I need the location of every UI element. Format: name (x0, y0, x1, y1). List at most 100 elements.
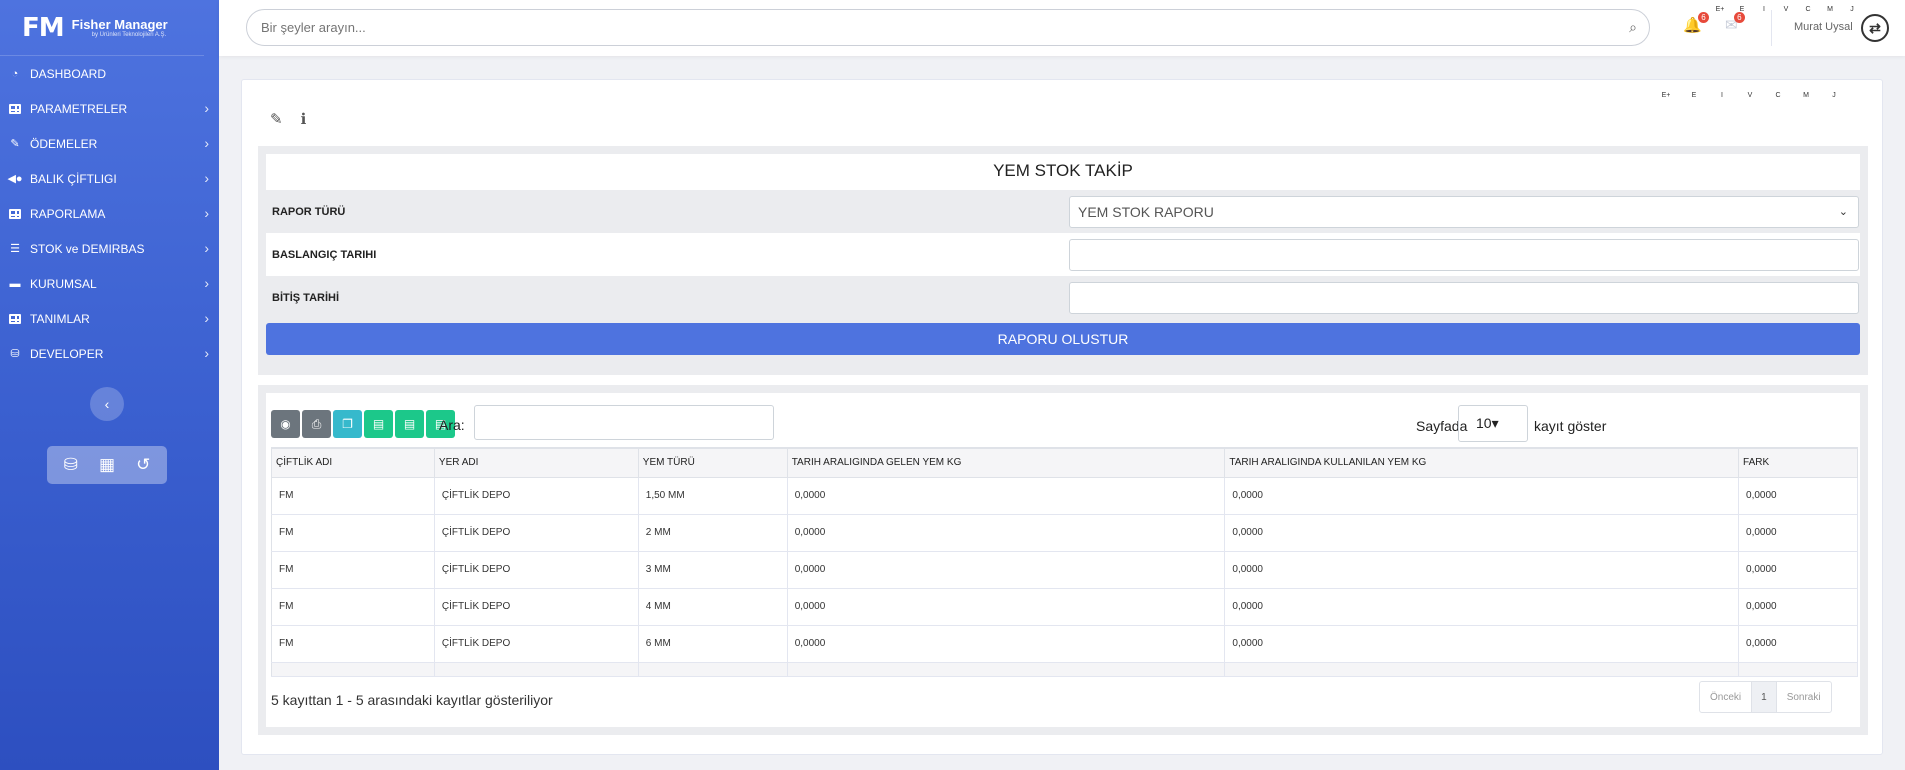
bitis-date-input[interactable] (1069, 281, 1859, 314)
sidebar-item-label: STOK ve DEMIRBAS (30, 241, 145, 256)
table-cell: 0,0000 (1738, 625, 1858, 663)
topbar-divider (1771, 10, 1772, 46)
column-header[interactable]: YER ADI (433, 447, 639, 478)
baslangic-date-input[interactable] (1069, 238, 1859, 271)
table-search-input[interactable] (474, 405, 774, 440)
table-cell: 0,0000 (1738, 588, 1858, 626)
history-icon[interactable]: ↺ (136, 455, 150, 475)
message-badge: 6 (1734, 12, 1745, 23)
page-size-select[interactable]: 10▾ (1458, 405, 1528, 442)
pagination-next[interactable]: Sonraki (1777, 682, 1831, 712)
sidebar-item-balik-ciftligi[interactable]: ◀● BALIK ÇİFTLIGI › (0, 161, 219, 196)
chevron-left-icon: ‹ (104, 396, 110, 412)
sidebar-item-kurumsal[interactable]: ▬ KURUMSAL › (0, 266, 219, 301)
table-info: 5 kayıttan 1 - 5 arasındaki kayıtlar gös… (271, 692, 553, 708)
sidebar-item-raporlama[interactable]: RAPORLAMA › (0, 196, 219, 231)
folder-icon: ▬ (9, 277, 21, 290)
table-row[interactable]: FM ÇİFTLİK DEPO 3 MM 0,0000 0,0000 0,000… (271, 551, 1858, 589)
pagination-prev[interactable]: Önceki (1700, 682, 1751, 712)
sidebar-item-label: DASHBOARD (30, 66, 107, 81)
column-header[interactable]: TARIH ARALIGINDA KULLANILAN YEM KG (1224, 447, 1740, 478)
chevron-right-icon: › (204, 135, 209, 151)
global-search: ⌕ (246, 9, 1650, 46)
search-icon[interactable]: ⌕ (1629, 19, 1637, 36)
sidebar-item-label: PARAMETRELER (30, 101, 128, 116)
brand-logo[interactable]: FM Fisher Manager by Ürünleri Teknolojil… (0, 0, 204, 56)
column-header[interactable]: YEM TÜRÜ (637, 447, 788, 478)
letter-label: I (1721, 92, 1723, 99)
sidebar: FM Fisher Manager by Ürünleri Teknolojil… (0, 0, 219, 770)
letter-label: E+ (1661, 92, 1671, 99)
page-size-suffix: kayıt göster (1534, 418, 1607, 434)
info-icon[interactable]: ℹ (301, 110, 307, 128)
notification-badge: 6 (1698, 12, 1709, 23)
sidebar-item-tanimlar[interactable]: TANIMLAR › (0, 301, 219, 336)
list-icon: ☰ (10, 243, 20, 255)
search-input[interactable] (247, 10, 1597, 45)
chip-icon[interactable]: ▦ (99, 455, 115, 475)
table-cell: FM (271, 625, 435, 663)
print-button[interactable]: ⎙ (302, 410, 331, 438)
chevron-right-icon: › (204, 310, 209, 326)
table-cell: 0,0000 (1738, 514, 1858, 552)
table-row[interactable]: FM ÇİFTLİK DEPO 4 MM 0,0000 0,0000 0,000… (271, 588, 1858, 626)
topbar: ⌕ E+ E I V C M J 🔔6 ✉6 Murat Uysal ⇄ (219, 0, 1905, 56)
bitis-row: BİTİŞ TARİHİ (266, 276, 1860, 319)
caret-down-icon: ▾ (1491, 415, 1499, 431)
table-cell: 2 MM (638, 514, 788, 552)
export-buttons: ◉ ⎙ ❐ ▤ ▤ ▤ (271, 410, 457, 438)
brand-initials: FM (22, 12, 65, 43)
table-icon (8, 103, 22, 115)
report-title: YEM STOK TAKİP (266, 154, 1860, 190)
table-row[interactable]: FM ÇİFTLİK DEPO 6 MM 0,0000 0,0000 0,000… (271, 625, 1858, 663)
csv-export-button[interactable]: ▤ (395, 410, 424, 438)
table-cell: 0,0000 (787, 625, 1226, 663)
letter-label: M (1827, 6, 1833, 13)
excel-export-button[interactable]: ▤ (364, 410, 393, 438)
table-cell: ÇİFTLİK DEPO (434, 514, 639, 552)
table-icon (8, 313, 22, 325)
edit-icon[interactable]: ✎ (270, 110, 283, 128)
table-cell: 0,0000 (787, 588, 1226, 626)
column-header[interactable]: ÇİFTLİK ADI (271, 447, 435, 478)
table-cell: 0,0000 (787, 477, 1226, 515)
table-row[interactable]: FM ÇİFTLİK DEPO 2 MM 0,0000 0,0000 0,000… (271, 514, 1858, 552)
sidebar-item-dashboard[interactable]: ◔ DASHBOARD (0, 56, 219, 91)
create-report-button[interactable]: RAPORU OLUSTUR (266, 323, 1860, 355)
table-header-row: ÇİFTLİK ADI YER ADI YEM TÜRÜ TARIH ARALI… (271, 447, 1858, 478)
table-cell: 4 MM (638, 588, 788, 626)
chevron-right-icon: › (204, 240, 209, 256)
avatar[interactable]: ⇄ (1861, 14, 1889, 42)
sidebar-item-stok-demirbas[interactable]: ☰ STOK ve DEMIRBAS › (0, 231, 219, 266)
sidebar-item-label: TANIMLAR (30, 311, 90, 326)
data-table: ÇİFTLİK ADI YER ADI YEM TÜRÜ TARIH ARALI… (271, 447, 1858, 677)
rapor-turu-label: RAPOR TÜRÜ (272, 205, 346, 218)
column-header[interactable]: TARIH ARALIGINDA GELEN YEM KG (786, 447, 1226, 478)
table-cell: 0,0000 (1224, 551, 1740, 589)
sidebar-item-odemeler[interactable]: ✎ ÖDEMELER › (0, 126, 219, 161)
column-header[interactable]: FARK (1738, 447, 1858, 478)
table-cell: 0,0000 (1224, 514, 1740, 552)
envelope-icon[interactable]: ✉ 6 (1725, 12, 1745, 34)
letter-label: V (1747, 92, 1753, 99)
chevron-right-icon: › (204, 275, 209, 291)
copy-button[interactable]: ❐ (333, 410, 362, 438)
database-icon[interactable]: ⛁ (64, 455, 78, 475)
chevron-right-icon: › (204, 345, 209, 361)
user-name[interactable]: Murat Uysal (1794, 21, 1853, 33)
bell-icon[interactable]: 🔔 6 (1683, 12, 1709, 34)
sidebar-item-developer[interactable]: ⛁ DEVELOPER › (0, 336, 219, 371)
database-icon: ⛁ (10, 348, 20, 360)
column-visibility-button[interactable]: ◉ (271, 410, 300, 438)
baslangic-label: BASLANGIÇ TARIHI (272, 248, 377, 261)
baslangic-row: BASLANGIÇ TARIHI (266, 233, 1860, 276)
table-row[interactable]: FM ÇİFTLİK DEPO 1,50 MM 0,0000 0,0000 0,… (271, 477, 1858, 515)
table-cell: 0,0000 (787, 514, 1226, 552)
pagination-page[interactable]: 1 (1751, 682, 1777, 712)
sidebar-toggle-button[interactable]: ‹ (90, 387, 124, 421)
sidebar-item-label: DEVELOPER (30, 346, 104, 361)
rapor-turu-select[interactable]: YEM STOK RAPORU (1069, 195, 1859, 228)
letter-label: E (1691, 92, 1697, 99)
sidebar-item-parametreler[interactable]: PARAMETRELER › (0, 91, 219, 126)
chevron-right-icon: › (204, 100, 209, 116)
